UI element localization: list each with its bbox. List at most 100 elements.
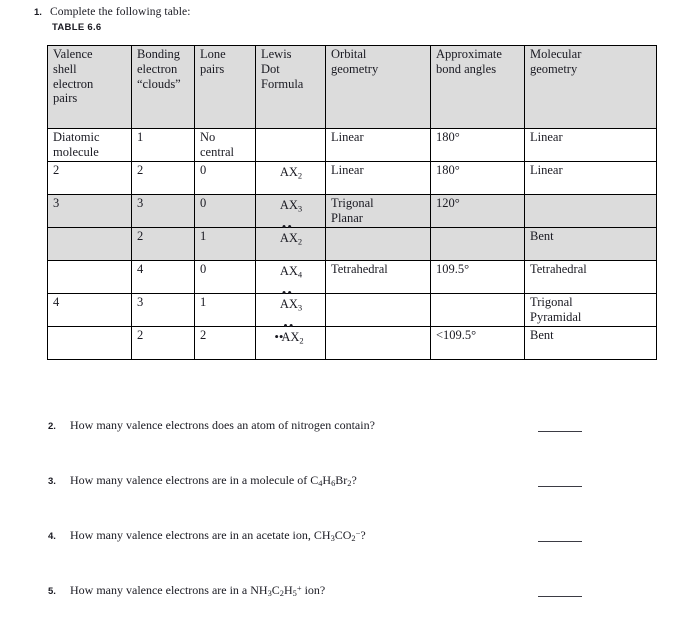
lone-pair-dots-top-icon: •• <box>281 219 293 234</box>
table-header-cell-0-line: shell <box>53 61 77 76</box>
cell-molecular-geometry-line: Linear <box>530 130 563 144</box>
question-text-part: How many valence electrons are in an ace… <box>70 528 331 542</box>
cell-molecular-geometry: Linear <box>524 161 657 195</box>
cell-molecular-geometry: Bent <box>524 227 657 261</box>
cell-bonding-clouds-line: 3 <box>137 295 144 309</box>
cell-orbital-geometry <box>325 293 431 327</box>
cell-valence-shell-pairs <box>47 227 132 261</box>
cell-lone-pairs: 1 <box>194 293 256 327</box>
cell-valence-shell-pairs: 4 <box>47 293 132 327</box>
question-1-prompt: Complete the following table: <box>50 6 191 18</box>
question-number: 3. <box>48 476 56 487</box>
cell-valence-shell-pairs-line: 2 <box>53 163 60 177</box>
table-row: Diatomic molecule 1 No central Linear 180° Line… <box>47 128 657 162</box>
table-header-cell-1-line: Bonding <box>137 47 181 61</box>
cell-lone-pairs-line: central <box>200 144 235 159</box>
table-header-cell-6-line: geometry <box>530 61 578 76</box>
cell-orbital-geometry: Tetrahedral <box>325 260 431 294</box>
table-header-cell-1-line: “clouds” <box>137 76 181 91</box>
cell-valence-shell-pairs: 2 <box>47 161 132 195</box>
cell-orbital-geometry-line: Planar <box>331 210 363 225</box>
cell-molecular-geometry-line: Bent <box>530 328 554 342</box>
question-text: How many valence electrons are in an ace… <box>70 528 366 543</box>
table-header-cell-4: Orbital geometry <box>325 45 431 129</box>
table-row: 2 2 •• •• AX2 <109.5° Bent <box>47 319 657 360</box>
lone-pair-dots-left-icon: •• <box>274 329 284 344</box>
question-text-part: How many valence electrons does an atom … <box>70 418 375 432</box>
table-row: 3 3 0 AX3 Trigonal Planar 120° <box>47 194 657 228</box>
cell-orbital-geometry <box>325 326 431 360</box>
cell-valence-shell-pairs-line: molecule <box>53 144 99 159</box>
table-header-cell-0-line: Valence <box>53 47 93 61</box>
cell-lewis-dot-formula: •• AX2 <box>255 220 326 261</box>
question-text: How many valence electrons does an atom … <box>70 418 375 433</box>
cell-lone-pairs-line: 0 <box>200 262 207 276</box>
lewis-subscript: 4 <box>297 269 303 280</box>
table-header-cell-2-line: pairs <box>200 61 225 76</box>
answer-blank[interactable] <box>538 541 582 542</box>
lewis-formula: •• AX3 <box>280 286 302 312</box>
answer-blank[interactable] <box>538 486 582 487</box>
lewis-core: AX <box>279 198 298 212</box>
cell-lone-pairs: 0 <box>194 161 256 195</box>
answer-blank[interactable] <box>538 431 582 432</box>
lewis-subscript: 2 <box>297 170 303 181</box>
answer-blank[interactable] <box>538 596 582 597</box>
table-header-cell-1: Bonding electron “clouds” <box>131 45 195 129</box>
table-header-cell-3-line: Lewis <box>261 47 292 61</box>
question-number: 4. <box>48 531 56 542</box>
cell-bonding-clouds-line: 1 <box>137 130 144 144</box>
question-text-part: Br <box>335 473 348 487</box>
question-1-number: 1. <box>34 7 42 18</box>
question-text-part: How many valence electrons are in a mole… <box>70 473 319 487</box>
question-1-line: 1. Complete the following table: <box>34 6 648 18</box>
question-text-part: ? <box>360 528 366 542</box>
cell-molecular-geometry-line: Tetrahedral <box>530 262 587 276</box>
question-text-part: H <box>322 473 332 487</box>
lewis-subscript: 2 <box>299 335 304 346</box>
cell-bonding-clouds: 2 <box>131 161 195 195</box>
cell-lewis-dot-formula: AX2 <box>255 161 326 195</box>
cell-lone-pairs-line: 0 <box>200 196 207 210</box>
cell-valence-shell-pairs: Diatomic molecule <box>47 128 132 162</box>
question-text-part: How many valence electrons are in a NH <box>70 583 268 597</box>
table-header-cell-3-line: Dot <box>261 61 280 76</box>
lewis-formula: AX4 <box>280 262 302 279</box>
lewis-subscript: 2 <box>297 236 303 247</box>
cell-bond-angles: 180° <box>430 161 525 195</box>
cell-lone-pairs-line: 1 <box>200 295 207 309</box>
cell-molecular-geometry: Trigonal Pyramidal <box>524 293 657 327</box>
cell-valence-shell-pairs-line: 3 <box>53 196 60 210</box>
cell-orbital-geometry-line: Trigonal <box>331 196 374 210</box>
cell-bonding-clouds: 3 <box>131 194 195 228</box>
cell-molecular-geometry <box>524 194 657 228</box>
table-header-cell-0-line: electron <box>53 76 94 91</box>
vsepr-table: Valence shell electron pairs Bonding electron… <box>47 45 657 360</box>
cell-bonding-clouds-line: 2 <box>137 328 144 342</box>
question-item: 2. How many valence electrons does an ato… <box>48 418 658 473</box>
lewis-core: AX <box>279 264 298 278</box>
cell-molecular-geometry: Bent <box>524 326 657 360</box>
cell-orbital-geometry-line: Linear <box>331 130 364 144</box>
cell-bond-angles <box>430 227 525 261</box>
cell-bond-angles: 120° <box>430 194 525 228</box>
table-header-cell-3-line: Formula <box>261 76 304 91</box>
lewis-formula: •• AX2 <box>280 220 303 247</box>
cell-bonding-clouds: 1 <box>131 128 195 162</box>
table-header-cell-5: Approximate bond angles <box>430 45 525 129</box>
table-row: 2 1 •• AX2 Bent <box>47 220 657 261</box>
table-row: 4 0 AX4 Tetrahedral 109.5° Tetrahedral <box>47 260 657 294</box>
cell-lone-pairs: No central <box>194 128 256 162</box>
table-header-cell-3: Lewis Dot Formula <box>255 45 326 129</box>
cell-lone-pairs: 0 <box>194 194 256 228</box>
cell-bond-angles-line: 120° <box>436 196 460 210</box>
cell-bonding-clouds: 2 <box>131 326 195 360</box>
cell-bond-angles-line: <109.5° <box>436 328 477 342</box>
cell-orbital-geometry: Trigonal Planar <box>325 194 431 228</box>
cell-molecular-geometry: Tetrahedral <box>524 260 657 294</box>
question-text: How many valence electrons are in a mole… <box>70 473 357 488</box>
cell-bonding-clouds-line: 3 <box>137 196 144 210</box>
cell-molecular-geometry-line: Trigonal <box>530 295 573 309</box>
question-item: 3. How many valence electrons are in a mo… <box>48 473 658 528</box>
cell-bonding-clouds-line: 2 <box>137 163 144 177</box>
